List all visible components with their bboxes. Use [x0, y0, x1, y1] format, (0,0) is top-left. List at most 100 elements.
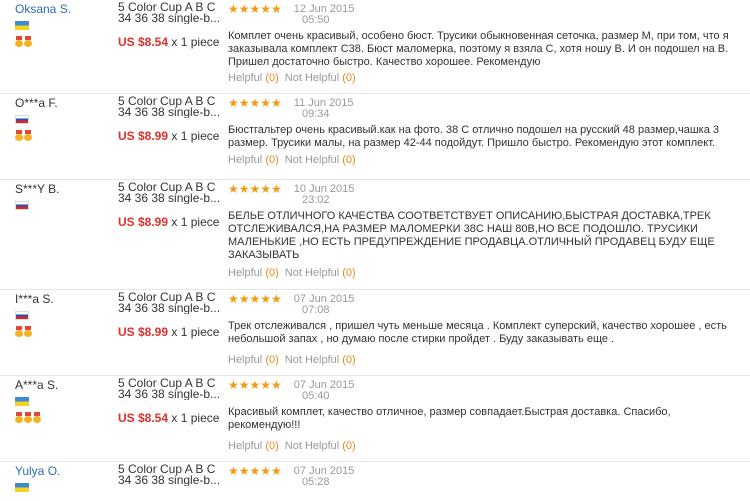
product-info: 5 Color Cup A B C 34 36 38 single-b... US … — [118, 182, 222, 229]
review-row: I***a S. 5 Color Cup A B C 34 36 38 single… — [0, 290, 750, 376]
medal-icon — [24, 412, 32, 423]
quantity: x 1 piece — [171, 325, 220, 339]
reviewer-name: A***a S. — [15, 378, 59, 392]
buyer-level-badges — [15, 412, 110, 424]
medal-icon — [24, 326, 32, 337]
review-row: O***a F. 5 Color Cup A B C 34 36 38 single… — [0, 94, 750, 180]
not-helpful-count: (0) — [342, 440, 356, 452]
medal-icon — [15, 326, 23, 337]
product-info: 5 Color Cup A B C 34 36 38 single-b... US … — [118, 96, 222, 143]
not-helpful-count: (0) — [342, 354, 356, 366]
helpful-votes: Helpful (0) Not Helpful (0) — [228, 440, 356, 452]
review-row: S***Y B. 5 Color Cup A B C 34 36 38 single… — [0, 180, 750, 290]
not-helpful-link[interactable]: Not Helpful (0) — [285, 72, 356, 84]
helpful-votes: Helpful (0) Not Helpful (0) — [228, 354, 356, 366]
product-title-line2: 34 36 38 single-b... — [118, 191, 221, 204]
medal-icon — [24, 36, 32, 47]
helpful-label: Helpful — [228, 154, 263, 166]
reviewer-name: I***a S. — [15, 292, 54, 306]
russia-flag-icon — [15, 201, 29, 210]
helpful-count: (0) — [265, 72, 279, 84]
reviewer-info: A***a S. — [15, 378, 110, 424]
helpful-link[interactable]: Helpful (0) — [228, 267, 279, 279]
ukraine-flag-icon — [15, 397, 29, 406]
helpful-link[interactable]: Helpful (0) — [228, 72, 279, 84]
reviewer-info: I***a S. — [15, 292, 110, 338]
not-helpful-link[interactable]: Not Helpful (0) — [285, 440, 356, 452]
helpful-link[interactable]: Helpful (0) — [228, 440, 279, 452]
product-info: 5 Color Cup A B C 34 36 38 single-b... US … — [118, 2, 222, 49]
reviewer-info: S***Y B. — [15, 182, 110, 210]
not-helpful-count: (0) — [342, 267, 356, 279]
reviewer-info: O***a F. — [15, 96, 110, 142]
not-helpful-label: Not Helpful — [284, 72, 340, 84]
review-content: ★★★★★ 11 Jun 2015 09:34 Бюстгальтер очень к… — [228, 97, 738, 166]
helpful-count: (0) — [265, 440, 279, 452]
product-title-link[interactable]: 5 Color Cup A B C 34 36 38 single-b... — [118, 182, 222, 204]
ukraine-flag-icon — [15, 21, 29, 30]
product-title-link[interactable]: 5 Color Cup A B C 34 36 38 single-b... — [118, 464, 222, 486]
price-line: US $8.99 x 1 piece — [118, 215, 222, 229]
helpful-label: Helpful — [228, 440, 263, 452]
not-helpful-link[interactable]: Not Helpful (0) — [285, 154, 356, 166]
not-helpful-label: Not Helpful — [284, 440, 340, 452]
not-helpful-count: (0) — [342, 72, 356, 84]
review-row: A***a S. 5 Color Cup A B C 34 36 38 single… — [0, 376, 750, 462]
review-time: 05:28 — [302, 476, 330, 488]
quantity: x 1 piece — [171, 35, 220, 49]
review-time: 09:34 — [302, 108, 330, 120]
helpful-link[interactable]: Helpful (0) — [228, 154, 279, 166]
review-text: БЕЛЬЕ ОТЛИЧНОГО КАЧЕСТВА СООТВЕТСТВУЕТ О… — [228, 210, 715, 261]
reviewer-info: Oksana S. — [15, 2, 110, 48]
helpful-link[interactable]: Helpful (0) — [228, 354, 279, 366]
product-title-link[interactable]: 5 Color Cup A B C 34 36 38 single-b... — [118, 2, 222, 24]
helpful-label: Helpful — [228, 354, 263, 366]
helpful-count: (0) — [265, 354, 279, 366]
product-info: 5 Color Cup A B C 34 36 38 single-b... US … — [118, 292, 222, 339]
price-line: US $8.54 x 1 piece — [118, 35, 222, 49]
quantity: x 1 piece — [171, 215, 220, 229]
reviewer-name[interactable]: Yulya O. — [15, 464, 110, 478]
review-time: 07:08 — [302, 304, 330, 316]
price: US $8.54 — [118, 35, 169, 49]
review-row: Oksana S. 5 Color Cup A B C 34 36 38 singl… — [0, 0, 750, 94]
review-content: ★★★★★ 07 Jun 2015 05:40 Красивый комплет, к… — [228, 378, 738, 452]
product-title-line2: 34 36 38 single-b... — [118, 473, 221, 486]
review-text: Трек отслеживался , пришел чуть меньше м… — [228, 320, 727, 345]
not-helpful-count: (0) — [342, 154, 356, 166]
review-content: ★★★★★ 12 Jun 2015 05:50 Комплет очень краси… — [228, 2, 738, 84]
price-line: US $8.99 x 1 piece — [118, 325, 222, 339]
price-line: US $8.99 x 1 piece — [118, 129, 222, 143]
not-helpful-link[interactable]: Not Helpful (0) — [285, 267, 356, 279]
buyer-level-badges — [15, 326, 110, 338]
quantity: x 1 piece — [171, 411, 220, 425]
review-row: Yulya O. 5 Color Cup A B C 34 36 38 single… — [0, 462, 750, 501]
review-text: Красивый комплет, качество отличное, раз… — [228, 406, 671, 431]
review-content: ★★★★★ 10 Jun 2015 23:02 БЕЛЬЕ ОТЛИЧНОГО КАЧ… — [228, 183, 738, 279]
star-rating: ★★★★★ — [228, 2, 282, 16]
reviewer-name: S***Y B. — [15, 182, 60, 196]
quantity: x 1 piece — [171, 129, 220, 143]
product-title-line2: 34 36 38 single-b... — [118, 105, 221, 118]
review-text: Бюстгальтер очень красивый.как на фото. … — [228, 124, 720, 149]
reviewer-name[interactable]: Oksana S. — [15, 2, 110, 16]
not-helpful-link[interactable]: Not Helpful (0) — [285, 354, 356, 366]
medal-icon — [15, 412, 23, 423]
product-title-link[interactable]: 5 Color Cup A B C 34 36 38 single-b... — [118, 96, 222, 118]
product-title-line2: 34 36 38 single-b... — [118, 387, 221, 400]
review-time: 23:02 — [302, 194, 330, 206]
medal-icon — [15, 36, 23, 47]
review-time: 05:50 — [302, 14, 330, 26]
russia-flag-icon — [15, 115, 29, 124]
buyer-level-badges — [15, 130, 110, 142]
product-title-link[interactable]: 5 Color Cup A B C 34 36 38 single-b... — [118, 378, 222, 400]
price: US $8.99 — [118, 325, 169, 339]
product-title-link[interactable]: 5 Color Cup A B C 34 36 38 single-b... — [118, 292, 222, 314]
ukraine-flag-icon — [15, 483, 29, 492]
helpful-count: (0) — [265, 154, 279, 166]
star-rating: ★★★★★ — [228, 378, 282, 392]
price: US $8.54 — [118, 411, 169, 425]
review-time: 05:40 — [302, 390, 330, 402]
russia-flag-icon — [15, 311, 29, 320]
review-content: ★★★★★ 07 Jun 2015 07:08 Трек отслеживался ,… — [228, 293, 738, 366]
